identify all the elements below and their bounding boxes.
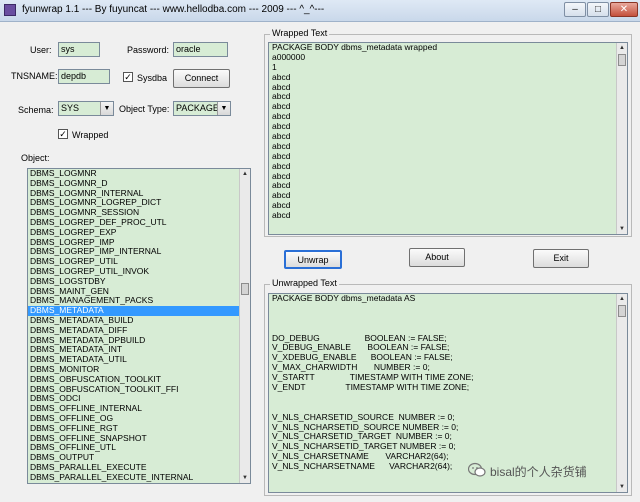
schema-select[interactable]: SYS ▼ <box>58 101 114 116</box>
text-line <box>269 314 627 324</box>
object-list[interactable]: DBMS_LOGMNR DBMS_LOGMNR_D DBMS_LOGMNR_INTE… <box>27 168 251 484</box>
text-line: abcd <box>272 111 291 122</box>
text-line: abcd <box>272 131 291 142</box>
watermark-text: bisal的个人杂货铺 <box>490 465 587 479</box>
text-line: PACKAGE BODY dbms_metadata wrapped <box>272 42 438 52</box>
unwrapped-text-lines: PACKAGE BODY dbms_metadata AS DO_DEBUG BO… <box>269 294 627 472</box>
text-line: abcd <box>272 91 291 102</box>
password-input[interactable]: oracle <box>173 42 228 57</box>
schema-value: SYS <box>61 103 80 113</box>
text-line: a000000 <box>272 51 306 62</box>
maximize-button[interactable]: □ <box>587 2 609 17</box>
sysdba-label: Sysdba <box>137 73 168 83</box>
unwrapped-text-title: Unwrapped Text <box>270 278 339 288</box>
text-line: abcd <box>272 170 291 181</box>
object-list-scrollbar[interactable]: ▲ ▼ <box>239 169 250 483</box>
text-line <box>269 393 627 403</box>
scroll-thumb[interactable] <box>618 305 626 317</box>
wrapped-checkbox[interactable]: ✓ <box>58 129 68 139</box>
wrapped-textarea[interactable]: PACKAGE BODY dbms_metadata wrapped a00000… <box>268 42 628 235</box>
text-line: abcd <box>272 140 291 151</box>
scroll-thumb[interactable] <box>618 54 626 66</box>
object-label: Object: <box>21 153 50 163</box>
sysdba-checkbox[interactable]: ✓ <box>123 72 133 82</box>
exit-button[interactable]: Exit <box>533 249 589 268</box>
scroll-up-icon[interactable]: ▲ <box>240 169 250 179</box>
text-line: abcd <box>272 121 291 132</box>
password-label: Password: <box>127 45 170 55</box>
about-button[interactable]: About <box>409 248 465 267</box>
chevron-down-icon[interactable]: ▼ <box>100 102 113 115</box>
minimize-button[interactable]: – <box>564 2 586 17</box>
text-line <box>269 304 627 314</box>
scroll-thumb[interactable] <box>241 283 249 295</box>
text-line: abcd <box>272 190 291 201</box>
text-line: abcd <box>272 200 291 211</box>
window-title: fyunwrap 1.1 --- By fuyuncat --- www.hel… <box>22 4 325 15</box>
scroll-down-icon[interactable]: ▼ <box>240 473 250 483</box>
scroll-down-icon[interactable]: ▼ <box>617 224 627 234</box>
user-input[interactable]: sys <box>58 42 100 57</box>
app-icon <box>4 4 16 16</box>
text-line: abcd <box>272 81 291 92</box>
main-window: User: sys Password: oracle TNSNAME: depd… <box>0 22 640 502</box>
text-line: abcd <box>272 180 291 191</box>
text-line: 1 <box>272 61 277 72</box>
wrapped-text-lines: PACKAGE BODY dbms_metadata wrapped a00000… <box>269 43 627 221</box>
object-list-items: DBMS_LOGMNR DBMS_LOGMNR_D DBMS_LOGMNR_INTE… <box>28 169 250 483</box>
chevron-down-icon[interactable]: ▼ <box>217 102 230 115</box>
scroll-up-icon[interactable]: ▲ <box>617 43 627 53</box>
wechat-icon <box>468 462 486 477</box>
wrapped-scrollbar[interactable]: ▲ ▼ <box>616 43 627 234</box>
list-item[interactable]: DBMS_PARALLEL_EXECUTE_INTERNAL <box>28 472 250 483</box>
text-line: abcd <box>272 71 291 82</box>
text-line: abcd <box>272 150 291 161</box>
title-bar: fyunwrap 1.1 --- By fuyuncat --- www.hel… <box>0 0 640 22</box>
watermark: bisal的个人杂货铺 <box>468 462 634 482</box>
object-type-select[interactable]: PACKAGE B ▼ <box>173 101 231 116</box>
unwrap-button[interactable]: Unwrap <box>284 250 342 269</box>
user-label: User: <box>30 45 52 55</box>
close-button[interactable]: ✕ <box>610 2 638 17</box>
text-line: abcd <box>272 160 291 171</box>
text-line: V_ENDT TIMESTAMP WITH TIME ZONE; <box>272 382 470 393</box>
object-type-label: Object Type: <box>119 104 170 114</box>
text-line: abcd <box>272 210 291 221</box>
wrapped-text-title: Wrapped Text <box>270 28 330 38</box>
wrapped-text-group: Wrapped Text PACKAGE BODY dbms_metadata … <box>264 28 632 237</box>
text-line: PACKAGE BODY dbms_metadata AS <box>272 293 416 303</box>
tnsname-label: TNSNAME: <box>11 71 58 81</box>
schema-label: Schema: <box>18 105 54 115</box>
text-line: abcd <box>272 101 291 112</box>
tnsname-input[interactable]: depdb <box>58 69 110 84</box>
scroll-up-icon[interactable]: ▲ <box>617 294 627 304</box>
wrapped-label: Wrapped <box>72 130 109 140</box>
connect-button[interactable]: Connect <box>173 69 230 88</box>
scroll-down-icon[interactable]: ▼ <box>617 482 627 492</box>
